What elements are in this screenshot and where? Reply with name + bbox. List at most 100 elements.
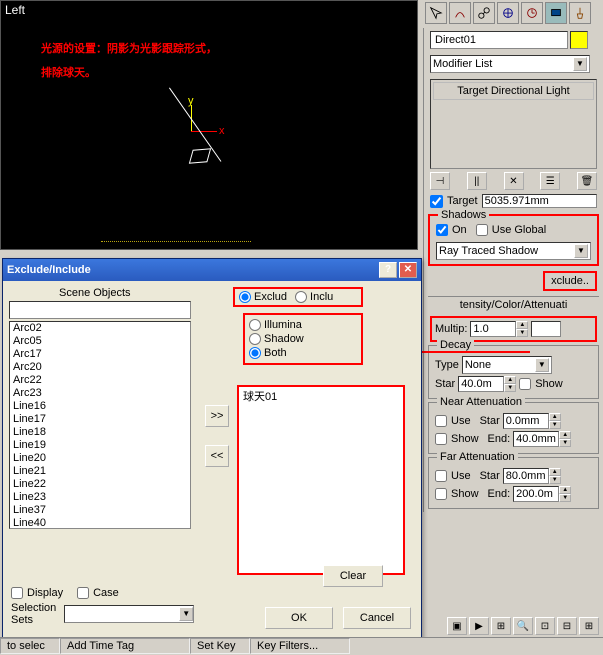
exclude-include-dialog: Exclude/Include ? ✕ Scene Objects Arc02A… — [2, 258, 422, 638]
excluded-objects-list[interactable]: 球天01 — [237, 385, 405, 575]
chevron-down-icon: ▼ — [573, 57, 587, 71]
status-bar: to selec Add Time Tag Set Key Key Filter… — [0, 637, 603, 655]
decay-start-spinner[interactable]: ▲▼ — [458, 376, 516, 392]
stack-toolbar: ⊣ || ✕ ☰ 🗑 — [430, 172, 597, 190]
illumination-radio[interactable] — [249, 319, 261, 331]
exclude-button[interactable]: xclude.. — [543, 271, 597, 291]
viewport-label: Left — [5, 3, 25, 17]
use-global-checkbox[interactable] — [476, 224, 488, 236]
far-atten-group: Far Attenuation Use Star ▲▼ Show End: ▲▼ — [428, 457, 599, 509]
goto-start-icon[interactable]: ▣ — [447, 617, 467, 635]
cancel-button[interactable]: Cancel — [343, 607, 411, 629]
select-tool-icon[interactable] — [425, 2, 447, 24]
near-end-spinner[interactable]: ▲▼ — [513, 431, 571, 447]
list-item[interactable]: Line37 — [10, 504, 190, 517]
motion-tool-icon[interactable] — [521, 2, 543, 24]
object-color-swatch[interactable] — [570, 31, 588, 49]
play-icon[interactable]: ▶ — [469, 617, 489, 635]
scene-objects-list[interactable]: Arc02Arc05Arc17Arc20Arc22Arc23Line16Line… — [9, 321, 191, 529]
target-distance-value: 5035.971mm — [482, 194, 597, 208]
globe-tool-icon[interactable] — [497, 2, 519, 24]
list-item[interactable]: Arc22 — [10, 374, 190, 387]
shadows-on-checkbox[interactable] — [436, 224, 448, 236]
list-item[interactable]: Line21 — [10, 465, 190, 478]
list-item[interactable]: Line18 — [10, 426, 190, 439]
intensity-title: tensity/Color/Attenuati — [428, 297, 599, 313]
stack-item[interactable]: Target Directional Light — [433, 82, 594, 100]
far-use-checkbox[interactable] — [435, 470, 447, 482]
clear-button[interactable]: Clear — [323, 565, 383, 587]
scene-search-input[interactable] — [9, 301, 191, 319]
exclude-radio[interactable] — [239, 291, 251, 303]
list-item[interactable]: Line19 — [10, 439, 190, 452]
utilities-tool-icon[interactable] — [569, 2, 591, 24]
make-unique-icon[interactable]: ✕ — [504, 172, 524, 190]
list-item[interactable]: Arc02 — [10, 322, 190, 335]
case-sensitive-checkbox[interactable] — [77, 587, 89, 599]
decay-group: Decay Type None ▼ Star ▲▼ Show — [428, 345, 599, 399]
object-name-input[interactable]: Direct01 — [430, 31, 568, 49]
list-item[interactable]: Line23 — [10, 491, 190, 504]
list-item[interactable]: Line20 — [10, 452, 190, 465]
light-color-swatch[interactable] — [531, 321, 561, 337]
move-left-button[interactable]: << — [205, 445, 229, 467]
multiplier-spinner[interactable]: ▲▼ — [470, 321, 528, 337]
configure-sets-icon[interactable]: 🗑 — [577, 172, 597, 190]
near-start-spinner[interactable]: ▲▼ — [503, 413, 561, 429]
target-checkbox[interactable] — [430, 195, 443, 208]
modifier-stack[interactable]: Target Directional Light — [430, 79, 597, 169]
shadow-type-dropdown[interactable]: Ray Traced Shadow ▼ — [436, 242, 591, 260]
command-panel: Direct01 Modifier List ▼ Target Directio… — [423, 28, 603, 512]
list-item[interactable]: Line40 — [10, 517, 190, 529]
light-object-icon[interactable] — [189, 148, 211, 164]
list-item[interactable]: Arc05 — [10, 335, 190, 348]
viewport-left[interactable]: Left 光源的设置：阴影为光影跟踪形式， 排除球天。 y x — [0, 0, 418, 250]
intensity-group: tensity/Color/Attenuati — [428, 296, 599, 313]
display-tool-icon[interactable] — [545, 2, 567, 24]
both-radio[interactable] — [249, 347, 261, 359]
near-use-checkbox[interactable] — [435, 415, 447, 427]
zoom-all-icon[interactable]: ⊡ — [535, 617, 555, 635]
list-item[interactable]: 球天01 — [239, 387, 403, 405]
list-item[interactable]: Line17 — [10, 413, 190, 426]
region-zoom-icon[interactable]: ⊟ — [557, 617, 577, 635]
shadow-cast-radio[interactable] — [249, 333, 261, 345]
list-item[interactable]: Arc17 — [10, 348, 190, 361]
arc-tool-icon[interactable] — [449, 2, 471, 24]
list-item[interactable]: Line16 — [10, 400, 190, 413]
key-filters-button[interactable]: Key Filters... — [250, 638, 350, 654]
decay-type-dropdown[interactable]: None ▼ — [462, 356, 552, 374]
far-start-spinner[interactable]: ▲▼ — [503, 468, 561, 484]
remove-modifier-icon[interactable]: ☰ — [540, 172, 560, 190]
help-button[interactable]: ? — [379, 262, 397, 278]
pin-stack-icon[interactable]: ⊣ — [430, 172, 450, 190]
link-tool-icon[interactable] — [473, 2, 495, 24]
include-radio[interactable] — [295, 291, 307, 303]
selection-sets-dropdown[interactable]: ▼ — [64, 605, 194, 623]
near-atten-group: Near Attenuation Use Star ▲▼ Show End: ▲… — [428, 402, 599, 454]
selection-sets-label: Selection Sets — [11, 602, 56, 626]
decay-show-checkbox[interactable] — [519, 378, 531, 390]
move-right-button[interactable]: >> — [205, 405, 229, 427]
shadows-group: Shadows On Use Global Ray Traced Shadow … — [428, 214, 599, 266]
show-end-result-icon[interactable]: || — [467, 172, 487, 190]
modifier-list-dropdown[interactable]: Modifier List ▼ — [430, 55, 590, 73]
display-subtree-checkbox[interactable] — [11, 587, 23, 599]
modifier-list-label: Modifier List — [433, 58, 492, 70]
key-mode-icon[interactable]: ⊞ — [491, 617, 511, 635]
far-show-checkbox[interactable] — [435, 488, 447, 500]
close-button[interactable]: ✕ — [399, 262, 417, 278]
near-show-checkbox[interactable] — [435, 433, 447, 445]
zoom-icon[interactable]: 🔍 — [513, 617, 533, 635]
list-item[interactable]: Line22 — [10, 478, 190, 491]
list-item[interactable]: Arc23 — [10, 387, 190, 400]
multiplier-label: Multip: — [435, 323, 467, 335]
far-end-spinner[interactable]: ▲▼ — [513, 486, 571, 502]
min-max-icon[interactable]: ⊞ — [579, 617, 599, 635]
dialog-titlebar[interactable]: Exclude/Include ? ✕ — [3, 259, 421, 281]
ok-button[interactable]: OK — [265, 607, 333, 629]
list-item[interactable]: Arc20 — [10, 361, 190, 374]
set-key-button[interactable]: Set Key — [190, 638, 250, 654]
add-time-tag-button[interactable]: Add Time Tag — [60, 638, 190, 654]
main-toolbar — [423, 0, 603, 26]
